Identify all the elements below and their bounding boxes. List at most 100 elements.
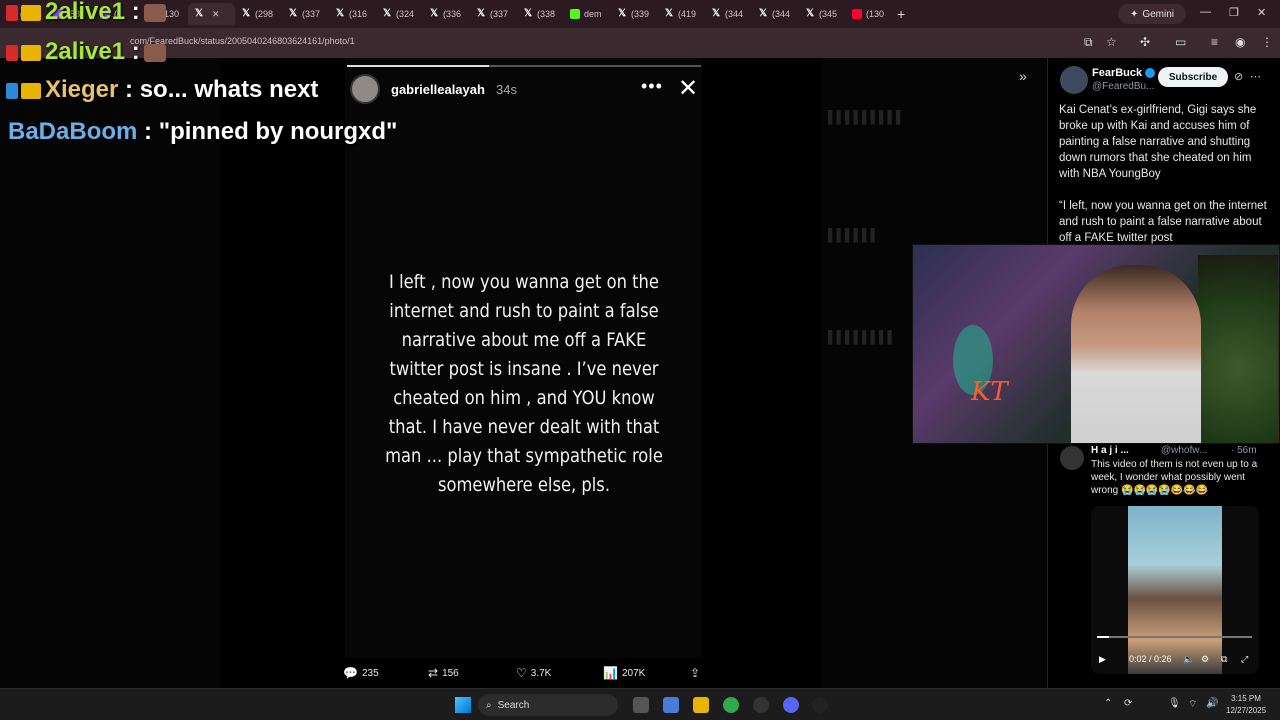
browser-tab[interactable]: 𝕏 ✕ [188,3,235,25]
reply-button[interactable]: 💬 235 [343,666,379,680]
system-clock[interactable]: 3:15 PM 12/27/2025 [1226,693,1266,717]
emote-icon [143,3,166,22]
volume-icon[interactable]: 🔈 [1183,654,1194,665]
sidebar-icon[interactable]: ▭ [1175,35,1186,49]
tab-label: (339 [631,9,650,19]
tab-label: (130 [866,9,885,19]
views-icon: 📊 [603,666,618,680]
x-logo-icon: 𝕏 [382,8,392,19]
browser-tab[interactable]: 𝕏 (337 [282,3,329,25]
browser-tab[interactable]: (130 [846,3,893,25]
browser-tab[interactable]: 𝕏 (324 [376,3,423,25]
menu-icon[interactable]: ⋮ [1261,35,1273,49]
repost-button[interactable]: ⇄ 156 [428,666,459,680]
profile-icon[interactable]: ◉ [1235,35,1245,49]
browser-tab[interactable]: 𝕏 (336 [423,3,470,25]
left-backdrop [0,58,220,688]
like-button[interactable]: ♡ 3.7K [516,666,551,680]
browser-tab[interactable]: 𝕏 (337 [470,3,517,25]
chrome-icon[interactable] [723,697,739,713]
tray-chevron-icon[interactable]: ⌃ [1104,698,1112,709]
reading-list-icon[interactable]: ≡ [1211,35,1218,49]
chat-line-3: Xieger : so... whats next [6,76,318,104]
reply-handle[interactable]: @whofw... [1161,445,1207,456]
reply-author-name[interactable]: H a j i ... [1091,445,1129,456]
tab-label: (336 [443,9,462,19]
chat-line-4: BaDaBoom : "pinned by nourgxd" [8,118,398,145]
tweet-author-name[interactable]: FearBuck [1092,67,1156,79]
tab-label: (344 [772,9,791,19]
extensions-icon[interactable]: ✣ [1140,35,1150,49]
x-logo-icon: 𝕏 [664,8,674,19]
chat-line-1: 2alive1 : [6,0,166,26]
install-icon[interactable]: ⧉ [1084,35,1093,50]
fullscreen-icon[interactable]: ⤢ [1241,654,1248,665]
minimize-icon[interactable]: — [1200,6,1211,18]
more-options-icon[interactable]: ••• [641,76,663,97]
play-icon[interactable]: ▶ [1099,654,1106,665]
tab-label: (316 [349,9,368,19]
tweet-handle[interactable]: @FearedBu... [1092,81,1154,92]
close-window-icon[interactable]: ✕ [1257,6,1266,19]
x-logo-icon: 𝕏 [711,8,721,19]
obs-icon[interactable] [753,697,769,713]
x-logo-icon: 𝕏 [523,8,533,19]
story-text: I left , now you wanna get on the intern… [385,271,663,496]
gemini-button[interactable]: ✦ Gemini [1118,4,1186,24]
maximize-icon[interactable]: ❐ [1229,6,1239,19]
tab-label: (345 [819,9,838,19]
tab-label: (419 [678,9,697,19]
share-button[interactable]: ⇪ [690,666,700,680]
browser-tab[interactable]: 𝕏 (338 [517,3,564,25]
pip-icon[interactable]: ⧉ [1221,654,1227,665]
task-view-icon[interactable] [633,697,649,713]
reply-avatar[interactable] [1060,446,1084,470]
tab-label: (324 [396,9,415,19]
settings-icon[interactable]: ⚙ [1201,654,1209,665]
network-icon[interactable]: ⟳ [1124,698,1132,709]
tab-label: dem [584,9,602,19]
streamer [1071,265,1201,443]
copilot-icon[interactable] [663,697,679,713]
close-story-icon[interactable]: ✕ [678,74,698,103]
browser-tab[interactable]: 𝕏 (419 [658,3,705,25]
new-tab-button[interactable]: + [897,6,905,22]
grok-icon[interactable]: ⊘ [1234,70,1243,83]
expand-icon[interactable]: » [1019,68,1027,84]
windows-start-icon[interactable] [455,697,471,713]
x-logo-icon: 𝕏 [194,8,204,19]
browser-tab[interactable]: 𝕏 (298 [235,3,282,25]
views-button[interactable]: 📊 207K [603,666,645,680]
bookmark-star-icon[interactable]: ☆ [1106,35,1117,49]
taskbar-search[interactable]: ⌕ Search [478,694,618,716]
wifi-icon[interactable]: ⌔ [1188,698,1197,711]
browser-tab[interactable]: 𝕏 (345 [799,3,846,25]
tweet-paragraph-1: Kai Cenat’s ex-girlfriend, Gigi says she… [1059,104,1257,180]
browser-tab[interactable]: 𝕏 (316 [329,3,376,25]
favicon-icon [570,9,580,19]
video-progress[interactable] [1097,636,1252,638]
reply-text: This video of them is not even up to a w… [1091,459,1258,496]
story-avatar[interactable] [350,74,380,104]
crown-icon [21,44,41,61]
tab-label: (337 [490,9,509,19]
volume-tray-icon[interactable]: 🔊 [1206,698,1218,709]
app-icon[interactable] [812,697,828,713]
story-username[interactable]: gabriellealayah [391,82,485,97]
browser-tab[interactable]: 𝕏 (344 [752,3,799,25]
more-icon[interactable]: ⋯ [1250,70,1261,83]
browser-tab[interactable]: 𝕏 (339 [611,3,658,25]
tweet-avatar[interactable] [1060,66,1088,94]
repost-icon: ⇄ [428,666,439,680]
mic-icon[interactable]: 🎙 [1168,698,1181,709]
browser-tab[interactable]: 𝕏 (344 [705,3,752,25]
browser-tab[interactable]: dem [564,3,611,25]
file-explorer-icon[interactable] [693,697,709,713]
discord-icon[interactable] [783,697,799,713]
chat-line-2: 2alive1 : [6,38,166,66]
subscribe-button[interactable]: Subscribe [1158,67,1228,87]
dim-heading-2: ▌▌▌▌▌▌ [828,228,880,242]
reply-video[interactable]: ▶ 0:02 / 0:26 🔈 ⚙ ⧉ ⤢ [1091,506,1259,674]
tweet-paragraph-2: “I left, now you wanna get on the intern… [1059,200,1267,244]
close-tab-icon[interactable]: ✕ [212,9,220,20]
